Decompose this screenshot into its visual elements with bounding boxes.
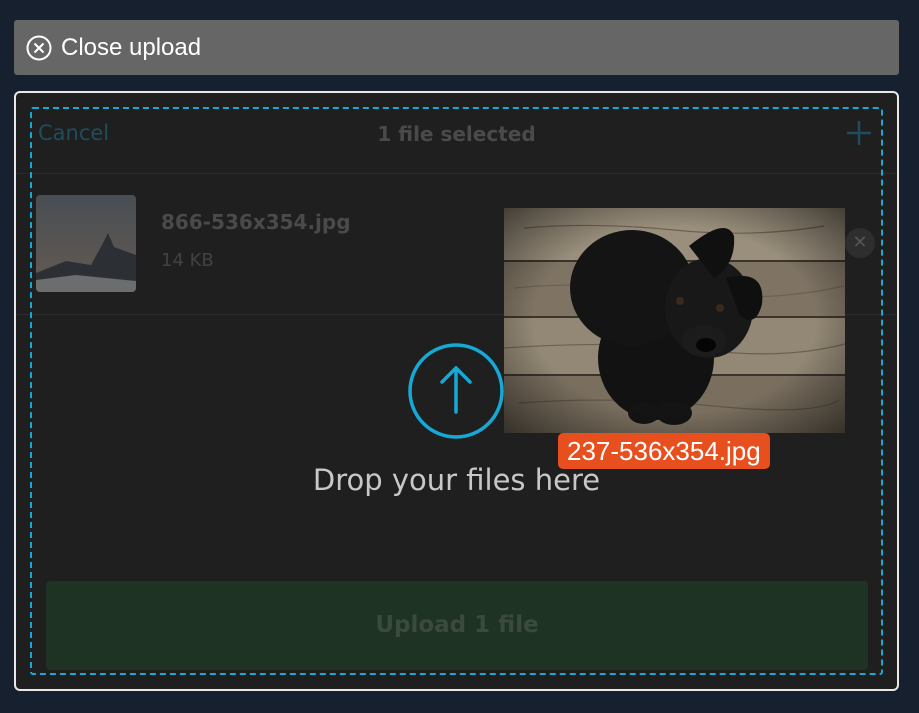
dragged-file-name: 237-536x354.jpg — [558, 433, 770, 469]
close-upload-label: Close upload — [61, 33, 202, 61]
drop-files-text: Drop your files here — [312, 463, 601, 497]
arrow-up-circle-icon — [407, 342, 505, 440]
dragged-file-preview — [504, 208, 845, 433]
close-circle-icon — [26, 35, 52, 61]
close-upload-button[interactable]: Close upload — [14, 20, 899, 75]
